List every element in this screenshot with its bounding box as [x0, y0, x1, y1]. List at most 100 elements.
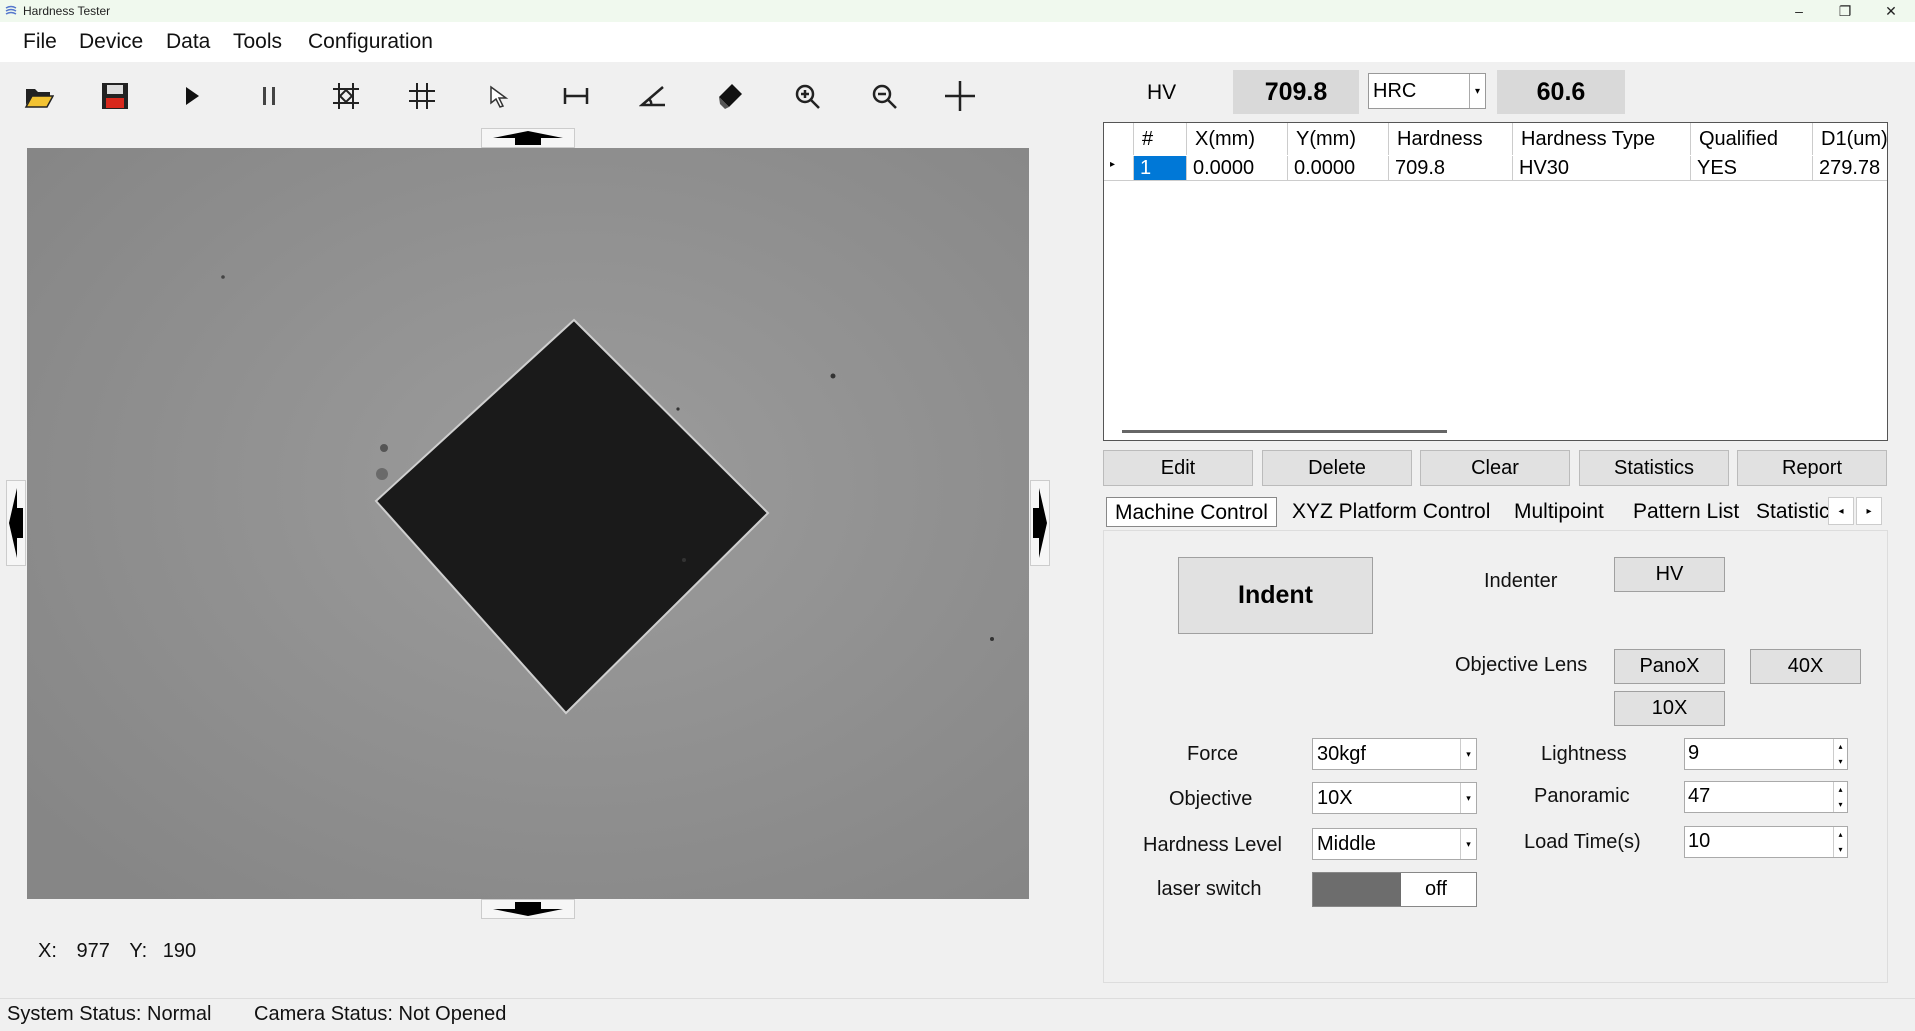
title-bar	[0, 0, 1915, 22]
menu-data[interactable]: Data	[166, 30, 210, 54]
hv-label: HV	[1147, 81, 1177, 104]
tab-pattern-list[interactable]: Pattern List	[1625, 497, 1747, 527]
panoramic-label: Panoramic	[1534, 785, 1630, 807]
panoramic-spinner[interactable]: 47 ▴ ▾	[1684, 781, 1848, 813]
menu-device[interactable]: Device	[79, 30, 143, 54]
tab-statistic[interactable]: Statistic	[1748, 497, 1828, 527]
clear-button[interactable]: Clear	[1420, 450, 1570, 486]
pan-left-button[interactable]	[6, 480, 26, 566]
column-header-hardness[interactable]: Hardness	[1389, 123, 1513, 155]
panoramic-value: 47	[1688, 785, 1711, 807]
table-cell-hardness[interactable]: 709.8	[1389, 156, 1513, 181]
lens-10x-button[interactable]: 10X	[1614, 691, 1725, 726]
objective-select[interactable]: 10X ▾	[1312, 782, 1477, 814]
menu-bar	[0, 22, 1915, 62]
hardness-level-value: Middle	[1317, 833, 1376, 855]
objective-label: Objective	[1169, 788, 1253, 810]
indent-button[interactable]: Indent	[1178, 557, 1373, 634]
grid-icon[interactable]	[404, 78, 440, 114]
results-grid[interactable]: # X(mm) Y(mm) Hardness Hardness Type Qua…	[1103, 122, 1888, 441]
pan-down-button[interactable]	[481, 899, 575, 919]
pause-icon[interactable]	[251, 78, 287, 114]
chevron-down-icon: ▾	[1460, 739, 1476, 769]
lightness-spinner[interactable]: 9 ▴ ▾	[1684, 738, 1848, 770]
row-header-corner	[1104, 123, 1134, 155]
indenter-hv-button[interactable]: HV	[1614, 557, 1725, 592]
zoom-in-icon[interactable]	[789, 78, 825, 114]
system-status: System Status: Normal	[7, 1003, 212, 1025]
column-header-y[interactable]: Y(mm)	[1288, 123, 1389, 155]
menu-tools[interactable]: Tools	[233, 30, 282, 54]
spinner-arrows-icon[interactable]: ▴ ▾	[1833, 782, 1847, 812]
column-header-x[interactable]: X(mm)	[1187, 123, 1288, 155]
column-header-qualified[interactable]: Qualified	[1691, 123, 1813, 155]
lightness-value: 9	[1688, 742, 1700, 764]
lens-40x-button[interactable]: 40X	[1750, 649, 1861, 684]
table-cell-num[interactable]: 1	[1134, 156, 1187, 181]
column-header-num[interactable]: #	[1134, 123, 1187, 155]
laser-switch-knob	[1313, 873, 1401, 906]
open-folder-icon[interactable]	[21, 78, 57, 114]
column-header-d1[interactable]: D1(um)	[1813, 123, 1887, 155]
coord-x-label: X:	[38, 940, 57, 962]
menu-file[interactable]: File	[23, 30, 57, 54]
minimize-button[interactable]: –	[1777, 0, 1821, 22]
laser-switch-toggle[interactable]: off	[1312, 872, 1477, 907]
app-icon	[5, 4, 17, 16]
chevron-down-icon: ▾	[1460, 783, 1476, 813]
indenter-label: Indenter	[1484, 570, 1558, 592]
auto-measure-icon[interactable]	[328, 78, 364, 114]
pan-right-button[interactable]	[1030, 480, 1050, 566]
select-arrow-icon[interactable]	[481, 78, 517, 114]
eraser-icon[interactable]	[712, 78, 748, 114]
tab-xyz-platform-control[interactable]: XYZ Platform Control	[1284, 497, 1498, 527]
load-time-value: 10	[1688, 830, 1711, 852]
save-icon[interactable]	[97, 78, 133, 114]
laser-switch-label: laser switch	[1157, 878, 1262, 900]
delete-button[interactable]: Delete	[1262, 450, 1412, 486]
camera-status: Camera Status: Not Opened	[254, 1003, 507, 1025]
table-cell-x[interactable]: 0.0000	[1187, 156, 1288, 181]
edit-button[interactable]: Edit	[1103, 450, 1253, 486]
conversion-scale-value: HRC	[1373, 80, 1417, 102]
load-time-spinner[interactable]: 10 ▴ ▾	[1684, 826, 1848, 858]
converted-readout: 60.6	[1497, 70, 1625, 114]
play-icon[interactable]	[174, 78, 210, 114]
zoom-out-icon[interactable]	[866, 78, 902, 114]
hardness-readout: 709.8	[1233, 70, 1359, 114]
table-cell-y[interactable]: 0.0000	[1288, 156, 1389, 181]
close-button[interactable]: ✕	[1869, 0, 1913, 22]
crosshair-icon[interactable]	[942, 78, 978, 114]
report-button[interactable]: Report	[1737, 450, 1887, 486]
angle-icon[interactable]	[635, 78, 671, 114]
tab-scroll-right-icon[interactable]: ▸	[1856, 497, 1882, 525]
load-time-label: Load Time(s)	[1524, 831, 1641, 853]
horizontal-measure-icon[interactable]	[558, 78, 594, 114]
cursor-coordinates: X: 977 Y: 190	[38, 940, 196, 963]
statistics-button[interactable]: Statistics	[1579, 450, 1729, 486]
table-cell-d1[interactable]: 279.78	[1813, 156, 1887, 181]
chevron-down-icon: ▾	[1469, 74, 1485, 108]
tab-machine-control[interactable]: Machine Control	[1106, 497, 1277, 527]
table-cell-type[interactable]: HV30	[1513, 156, 1691, 181]
conversion-scale-select[interactable]: HRC ▾	[1368, 73, 1486, 109]
column-header-hardness-type[interactable]: Hardness Type	[1513, 123, 1691, 155]
row-indicator-icon: ▸	[1104, 156, 1134, 181]
spinner-arrows-icon[interactable]: ▴ ▾	[1833, 739, 1847, 769]
grid-horizontal-scrollbar[interactable]	[1122, 430, 1447, 433]
camera-image-view[interactable]	[27, 148, 1029, 899]
chevron-down-icon: ▾	[1460, 829, 1476, 859]
hardness-level-select[interactable]: Middle ▾	[1312, 828, 1477, 860]
table-cell-qualified[interactable]: YES	[1691, 156, 1813, 181]
pan-up-button[interactable]	[481, 128, 575, 148]
force-label: Force	[1187, 743, 1239, 765]
spinner-arrows-icon[interactable]: ▴ ▾	[1833, 827, 1847, 857]
lightness-label: Lightness	[1541, 743, 1627, 765]
lens-panox-button[interactable]: PanoX	[1614, 649, 1725, 684]
tab-multipoint[interactable]: Multipoint	[1506, 497, 1612, 527]
objective-value: 10X	[1317, 787, 1353, 809]
force-select[interactable]: 30kgf ▾	[1312, 738, 1477, 770]
menu-configuration[interactable]: Configuration	[308, 30, 433, 54]
maximize-button[interactable]: ❐	[1823, 0, 1867, 22]
tab-scroll-left-icon[interactable]: ◂	[1828, 497, 1854, 525]
